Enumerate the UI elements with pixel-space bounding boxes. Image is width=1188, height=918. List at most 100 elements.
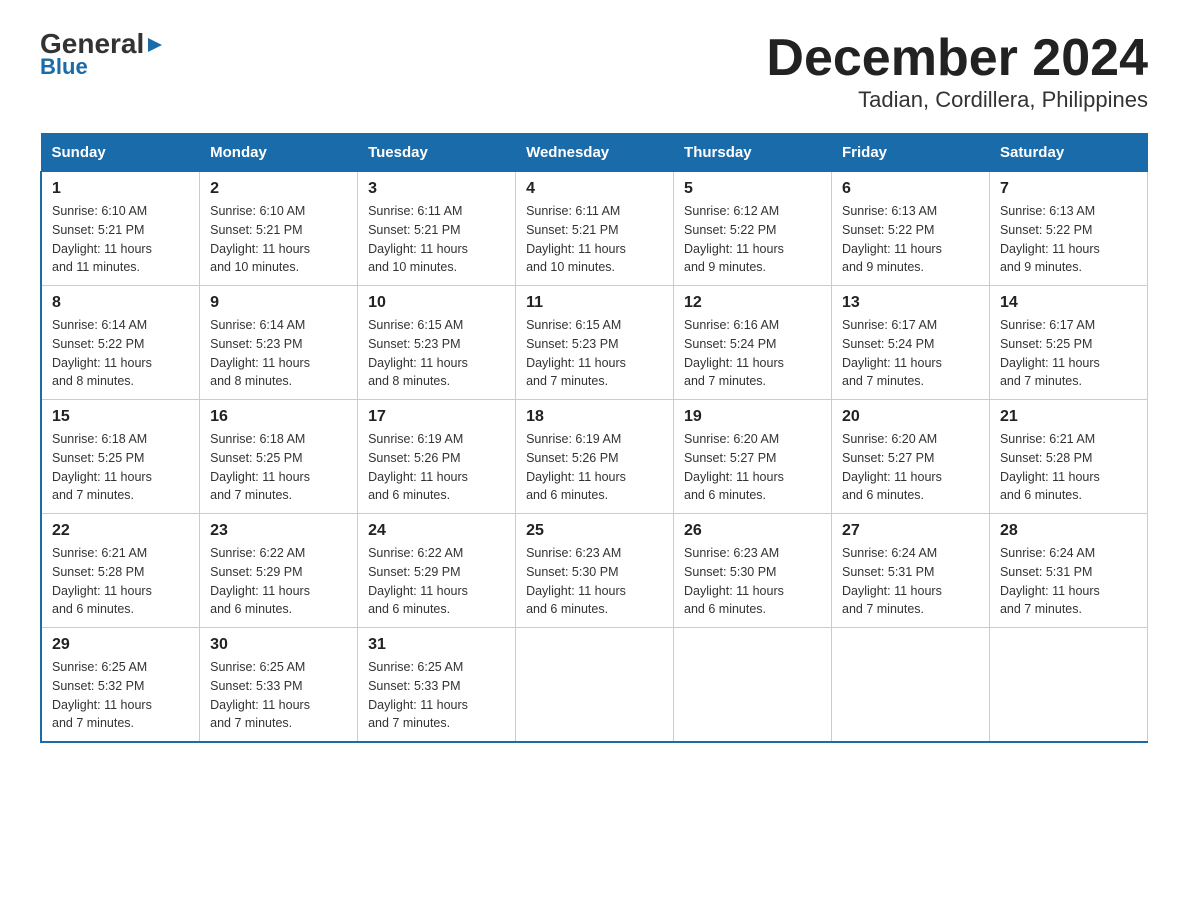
day-info: Sunrise: 6:24 AM Sunset: 5:31 PM Dayligh…: [842, 544, 979, 619]
week-row-2: 8 Sunrise: 6:14 AM Sunset: 5:22 PM Daylig…: [41, 286, 1148, 400]
calendar-title: December 2024: [766, 30, 1148, 87]
calendar-cell: 26 Sunrise: 6:23 AM Sunset: 5:30 PM Dayli…: [674, 514, 832, 628]
calendar-cell: 31 Sunrise: 6:25 AM Sunset: 5:33 PM Dayli…: [358, 628, 516, 743]
day-info: Sunrise: 6:20 AM Sunset: 5:27 PM Dayligh…: [842, 430, 979, 505]
calendar-cell: 13Sunrise: 6:17 AM Sunset: 5:24 PM Dayli…: [832, 286, 990, 400]
day-info: Sunrise: 6:25 AM Sunset: 5:33 PM Dayligh…: [210, 658, 347, 733]
header-cell-saturday: Saturday: [989, 134, 1147, 172]
day-info: Sunrise: 6:20 AM Sunset: 5:27 PM Dayligh…: [684, 430, 821, 505]
calendar-cell: 27 Sunrise: 6:24 AM Sunset: 5:31 PM Dayli…: [832, 514, 990, 628]
day-number: 28: [1000, 522, 1137, 540]
logo-text-blue: Blue: [40, 54, 88, 80]
logo-arrow-icon: [144, 34, 166, 56]
day-number: 11: [526, 294, 663, 312]
day-number: 9: [210, 294, 347, 312]
day-number: 8: [52, 294, 189, 312]
day-number: 18: [526, 408, 663, 426]
calendar-cell: 19 Sunrise: 6:20 AM Sunset: 5:27 PM Dayli…: [674, 400, 832, 514]
day-info: Sunrise: 6:15 AM Sunset: 5:23 PM Dayligh…: [368, 316, 505, 391]
week-row-1: 1Sunrise: 6:10 AM Sunset: 5:21 PM Daylig…: [41, 172, 1148, 286]
header-cell-wednesday: Wednesday: [516, 134, 674, 172]
day-number: 2: [210, 180, 347, 198]
calendar-table: SundayMondayTuesdayWednesdayThursdayFrid…: [40, 133, 1148, 743]
day-info: Sunrise: 6:11 AM Sunset: 5:21 PM Dayligh…: [368, 202, 505, 277]
header-cell-thursday: Thursday: [674, 134, 832, 172]
header-cell-tuesday: Tuesday: [358, 134, 516, 172]
day-info: Sunrise: 6:11 AM Sunset: 5:21 PM Dayligh…: [526, 202, 663, 277]
calendar-cell: 8 Sunrise: 6:14 AM Sunset: 5:22 PM Daylig…: [41, 286, 200, 400]
day-info: Sunrise: 6:12 AM Sunset: 5:22 PM Dayligh…: [684, 202, 821, 277]
calendar-cell: 23 Sunrise: 6:22 AM Sunset: 5:29 PM Dayli…: [200, 514, 358, 628]
day-info: Sunrise: 6:22 AM Sunset: 5:29 PM Dayligh…: [368, 544, 505, 619]
day-info: Sunrise: 6:14 AM Sunset: 5:23 PM Dayligh…: [210, 316, 347, 391]
day-info: Sunrise: 6:23 AM Sunset: 5:30 PM Dayligh…: [526, 544, 663, 619]
day-number: 27: [842, 522, 979, 540]
day-info: Sunrise: 6:16 AM Sunset: 5:24 PM Dayligh…: [684, 316, 821, 391]
calendar-cell: 22Sunrise: 6:21 AM Sunset: 5:28 PM Dayli…: [41, 514, 200, 628]
calendar-cell: 28Sunrise: 6:24 AM Sunset: 5:31 PM Dayli…: [989, 514, 1147, 628]
day-number: 30: [210, 636, 347, 654]
day-info: Sunrise: 6:13 AM Sunset: 5:22 PM Dayligh…: [842, 202, 979, 277]
day-number: 26: [684, 522, 821, 540]
day-info: Sunrise: 6:25 AM Sunset: 5:33 PM Dayligh…: [368, 658, 505, 733]
calendar-body: 1Sunrise: 6:10 AM Sunset: 5:21 PM Daylig…: [41, 172, 1148, 743]
calendar-cell: 24 Sunrise: 6:22 AM Sunset: 5:29 PM Dayli…: [358, 514, 516, 628]
day-number: 24: [368, 522, 505, 540]
calendar-cell: 30 Sunrise: 6:25 AM Sunset: 5:33 PM Dayli…: [200, 628, 358, 743]
day-info: Sunrise: 6:19 AM Sunset: 5:26 PM Dayligh…: [526, 430, 663, 505]
calendar-cell: 15 Sunrise: 6:18 AM Sunset: 5:25 PM Dayli…: [41, 400, 200, 514]
calendar-cell: 18 Sunrise: 6:19 AM Sunset: 5:26 PM Dayli…: [516, 400, 674, 514]
calendar-cell: 5 Sunrise: 6:12 AM Sunset: 5:22 PM Daylig…: [674, 172, 832, 286]
day-number: 23: [210, 522, 347, 540]
day-info: Sunrise: 6:22 AM Sunset: 5:29 PM Dayligh…: [210, 544, 347, 619]
calendar-cell: 16 Sunrise: 6:18 AM Sunset: 5:25 PM Dayli…: [200, 400, 358, 514]
day-info: Sunrise: 6:10 AM Sunset: 5:21 PM Dayligh…: [52, 202, 189, 277]
calendar-cell: 17Sunrise: 6:19 AM Sunset: 5:26 PM Dayli…: [358, 400, 516, 514]
week-row-5: 29 Sunrise: 6:25 AM Sunset: 5:32 PM Dayli…: [41, 628, 1148, 743]
calendar-cell: 3Sunrise: 6:11 AM Sunset: 5:21 PM Daylig…: [358, 172, 516, 286]
calendar-cell: 1Sunrise: 6:10 AM Sunset: 5:21 PM Daylig…: [41, 172, 200, 286]
day-number: 16: [210, 408, 347, 426]
day-number: 21: [1000, 408, 1137, 426]
day-info: Sunrise: 6:18 AM Sunset: 5:25 PM Dayligh…: [210, 430, 347, 505]
day-number: 17: [368, 408, 505, 426]
day-number: 7: [1000, 180, 1137, 198]
calendar-cell: 20 Sunrise: 6:20 AM Sunset: 5:27 PM Dayli…: [832, 400, 990, 514]
calendar-cell: 14Sunrise: 6:17 AM Sunset: 5:25 PM Dayli…: [989, 286, 1147, 400]
day-info: Sunrise: 6:10 AM Sunset: 5:21 PM Dayligh…: [210, 202, 347, 277]
day-info: Sunrise: 6:21 AM Sunset: 5:28 PM Dayligh…: [1000, 430, 1137, 505]
calendar-cell: 2 Sunrise: 6:10 AM Sunset: 5:21 PM Daylig…: [200, 172, 358, 286]
calendar-cell: [516, 628, 674, 743]
day-number: 6: [842, 180, 979, 198]
day-number: 29: [52, 636, 189, 654]
header-cell-friday: Friday: [832, 134, 990, 172]
calendar-cell: 9 Sunrise: 6:14 AM Sunset: 5:23 PM Daylig…: [200, 286, 358, 400]
logo: General Blue: [40, 30, 166, 80]
day-info: Sunrise: 6:15 AM Sunset: 5:23 PM Dayligh…: [526, 316, 663, 391]
calendar-cell: 6 Sunrise: 6:13 AM Sunset: 5:22 PM Daylig…: [832, 172, 990, 286]
day-info: Sunrise: 6:14 AM Sunset: 5:22 PM Dayligh…: [52, 316, 189, 391]
calendar-cell: [989, 628, 1147, 743]
week-row-3: 15 Sunrise: 6:18 AM Sunset: 5:25 PM Dayli…: [41, 400, 1148, 514]
day-info: Sunrise: 6:23 AM Sunset: 5:30 PM Dayligh…: [684, 544, 821, 619]
title-block: December 2024 Tadian, Cordillera, Philip…: [766, 30, 1148, 113]
day-number: 15: [52, 408, 189, 426]
day-info: Sunrise: 6:13 AM Sunset: 5:22 PM Dayligh…: [1000, 202, 1137, 277]
header-row: SundayMondayTuesdayWednesdayThursdayFrid…: [41, 134, 1148, 172]
calendar-cell: 29 Sunrise: 6:25 AM Sunset: 5:32 PM Dayli…: [41, 628, 200, 743]
day-number: 19: [684, 408, 821, 426]
calendar-cell: 7 Sunrise: 6:13 AM Sunset: 5:22 PM Daylig…: [989, 172, 1147, 286]
day-number: 20: [842, 408, 979, 426]
day-info: Sunrise: 6:17 AM Sunset: 5:24 PM Dayligh…: [842, 316, 979, 391]
day-info: Sunrise: 6:18 AM Sunset: 5:25 PM Dayligh…: [52, 430, 189, 505]
day-number: 31: [368, 636, 505, 654]
calendar-cell: 12Sunrise: 6:16 AM Sunset: 5:24 PM Dayli…: [674, 286, 832, 400]
calendar-cell: 21 Sunrise: 6:21 AM Sunset: 5:28 PM Dayli…: [989, 400, 1147, 514]
day-info: Sunrise: 6:25 AM Sunset: 5:32 PM Dayligh…: [52, 658, 189, 733]
calendar-cell: 10 Sunrise: 6:15 AM Sunset: 5:23 PM Dayli…: [358, 286, 516, 400]
calendar-cell: 4Sunrise: 6:11 AM Sunset: 5:21 PM Daylig…: [516, 172, 674, 286]
day-number: 5: [684, 180, 821, 198]
header-cell-monday: Monday: [200, 134, 358, 172]
day-number: 10: [368, 294, 505, 312]
day-number: 22: [52, 522, 189, 540]
